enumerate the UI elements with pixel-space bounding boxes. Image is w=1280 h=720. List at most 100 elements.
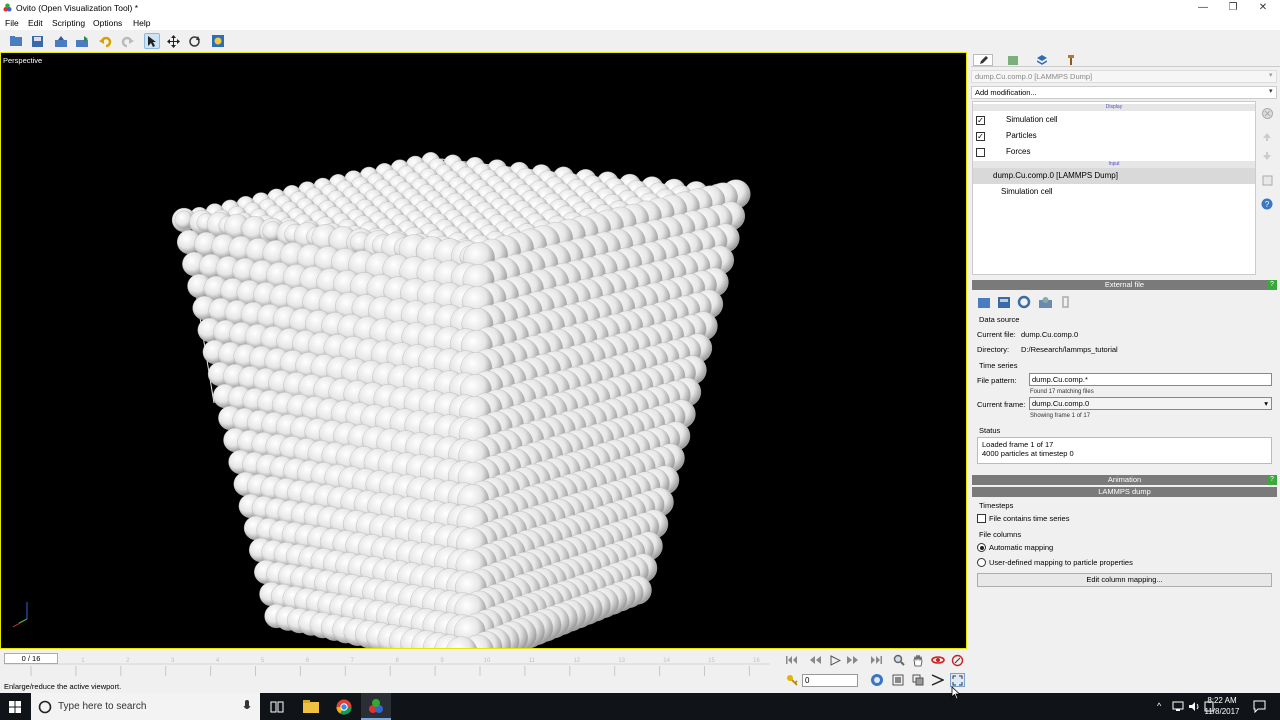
current-frame-indicator[interactable]: 0 / 16 — [4, 653, 58, 664]
forces-checkbox[interactable] — [976, 148, 985, 157]
tab-utilities-hammer-icon[interactable] — [1061, 54, 1081, 66]
pipeline-item-simulation-cell[interactable]: ✓ Simulation cell — [973, 112, 1255, 128]
tab-render-icon[interactable] — [1003, 54, 1023, 66]
goto-end-icon[interactable] — [869, 653, 884, 667]
pick-orbit-center-icon[interactable] — [950, 653, 965, 667]
zoom-scene-extents-icon[interactable] — [890, 673, 905, 687]
play-icon[interactable] — [827, 653, 842, 667]
zoom-all-viewports-icon[interactable] — [910, 673, 925, 687]
file-explorer-icon[interactable] — [296, 693, 326, 720]
simulation-cell-checkbox[interactable]: ✓ — [976, 116, 985, 125]
previous-frame-icon[interactable] — [808, 653, 823, 667]
pipeline-editor: Display ✓ Simulation cell ✓ Particles Fo… — [972, 101, 1256, 275]
pipeline-item-particles[interactable]: ✓ Particles — [973, 128, 1255, 144]
rollout-help-icon[interactable]: ? — [1267, 280, 1277, 290]
main-toolbar — [0, 30, 1280, 52]
close-button[interactable]: ✕ — [1248, 0, 1278, 15]
network-icon[interactable] — [1172, 701, 1184, 712]
move-down-icon[interactable] — [1260, 149, 1274, 163]
export-icon[interactable] — [74, 33, 90, 49]
help-icon[interactable]: ? — [1260, 197, 1274, 211]
timeline-tick-label: 1 — [81, 658, 85, 664]
timeline-tick-label: 12 — [573, 658, 580, 664]
timeline-tick-label: 9 — [440, 658, 444, 664]
pipeline-item-lammps-dump[interactable]: dump.Cu.comp.0 [LAMMPS Dump] — [973, 168, 1255, 184]
frame-spinner[interactable]: 0 — [802, 674, 858, 687]
move-mode-icon[interactable] — [165, 33, 181, 49]
pipeline-item-input-simulation-cell[interactable]: Simulation cell — [973, 184, 1255, 200]
menu-bar: File Edit Scripting Options Help — [0, 15, 1280, 30]
file-contains-time-series-checkbox[interactable] — [977, 514, 986, 523]
auto-key-mode-icon[interactable] — [784, 673, 799, 687]
maximize-viewport-icon[interactable] — [950, 673, 965, 687]
microphone-icon[interactable] — [243, 700, 251, 713]
update-time-series-icon[interactable] — [1038, 295, 1053, 310]
taskbar-clock[interactable]: 8:22 AM 11/8/2017 — [1197, 695, 1247, 717]
taskbar-search-box[interactable]: Type here to search — [31, 693, 260, 720]
show-hidden-icons-chevron-icon[interactable]: ^ — [1157, 701, 1161, 711]
undo-icon[interactable] — [98, 33, 114, 49]
timeline-tick-label: 11 — [529, 658, 536, 664]
particles-checkbox[interactable]: ✓ — [976, 132, 985, 141]
pick-remote-file-icon[interactable] — [997, 295, 1012, 310]
lammps-dump-rollout-header[interactable]: LAMMPS dump — [972, 487, 1277, 497]
clock-time: 8:22 AM — [1207, 696, 1237, 705]
reload-file-icon[interactable] — [1017, 295, 1032, 310]
menu-edit[interactable]: Edit — [28, 18, 43, 28]
menu-options[interactable]: Options — [93, 18, 122, 28]
zoom-icon[interactable] — [891, 653, 906, 667]
move-up-icon[interactable] — [1260, 130, 1274, 144]
current-frame-value: dump.Cu.comp.0 — [1032, 399, 1090, 408]
render-icon[interactable] — [210, 33, 226, 49]
file-pattern-input[interactable]: dump.Cu.comp.* — [1029, 373, 1272, 386]
pipeline-selector-chevron-icon[interactable]: ▾ — [1269, 71, 1273, 79]
selection-mode-icon[interactable] — [144, 33, 160, 49]
modifier-templates-icon[interactable] — [1260, 173, 1274, 187]
animation-rollout-header[interactable]: Animation ? — [972, 475, 1277, 485]
field-of-view-icon[interactable] — [930, 673, 945, 687]
delete-modifier-icon[interactable] — [1260, 106, 1274, 120]
maximize-button[interactable]: ❐ — [1218, 0, 1248, 15]
menu-scripting[interactable]: Scripting — [52, 18, 85, 28]
timeline-ticks[interactable]: 1 2 3 4 5 6 7 8 9 10 11 12 13 14 15 16 — [0, 650, 770, 678]
tab-modify-pencil-icon[interactable] — [973, 54, 993, 66]
edit-column-mapping-button[interactable]: Edit column mapping... — [977, 573, 1272, 587]
add-modification-chevron-icon[interactable]: ▾ — [1269, 87, 1273, 95]
user-mapping-radio[interactable] — [977, 558, 986, 567]
task-view-icon[interactable] — [262, 693, 292, 720]
open-file-icon[interactable] — [8, 33, 24, 49]
rollout-help-icon[interactable]: ? — [1267, 475, 1277, 485]
animation-settings-icon[interactable] — [869, 673, 884, 687]
add-modification-dropdown[interactable]: Add modification... — [971, 86, 1277, 99]
orbit-icon[interactable] — [930, 653, 945, 667]
next-frame-icon[interactable] — [845, 653, 860, 667]
start-windows-icon[interactable] — [0, 693, 30, 720]
minimize-button[interactable]: — — [1188, 0, 1218, 15]
status-box: Loaded frame 1 of 17 4000 particles at t… — [977, 437, 1272, 464]
viewport-caption[interactable]: Perspective — [3, 56, 42, 65]
menu-help[interactable]: Help — [133, 18, 150, 28]
pipeline-item-forces[interactable]: Forces — [973, 144, 1255, 160]
pipeline-selector[interactable]: dump.Cu.comp.0 [LAMMPS Dump] — [971, 70, 1277, 83]
redo-icon[interactable] — [119, 33, 135, 49]
perspective-viewport[interactable]: Perspective — [0, 52, 967, 649]
action-center-icon[interactable] — [1253, 700, 1266, 713]
external-file-rollout-header[interactable]: External file ? — [972, 280, 1277, 290]
pan-hand-icon[interactable] — [910, 653, 925, 667]
import-icon[interactable] — [53, 33, 69, 49]
rotate-mode-icon[interactable] — [186, 33, 202, 49]
menu-file[interactable]: File — [5, 18, 19, 28]
chevron-down-icon: ▾ — [1264, 399, 1268, 408]
goto-start-icon[interactable] — [784, 653, 799, 667]
animation-settings-clip-icon[interactable] — [1059, 295, 1074, 310]
timeline-tick-label: 7 — [351, 658, 355, 664]
automatic-mapping-radio[interactable] — [977, 543, 986, 552]
current-frame-select[interactable]: dump.Cu.comp.0 ▾ — [1029, 397, 1272, 410]
pick-local-file-icon[interactable] — [977, 295, 992, 310]
tab-overlays-icon[interactable] — [1032, 54, 1052, 66]
ovito-taskbar-icon[interactable] — [361, 693, 391, 720]
automatic-mapping-label: Automatic mapping — [989, 543, 1054, 552]
save-icon[interactable] — [29, 33, 45, 49]
current-file-label: Current file: — [977, 330, 1016, 339]
chrome-icon[interactable] — [329, 693, 359, 720]
